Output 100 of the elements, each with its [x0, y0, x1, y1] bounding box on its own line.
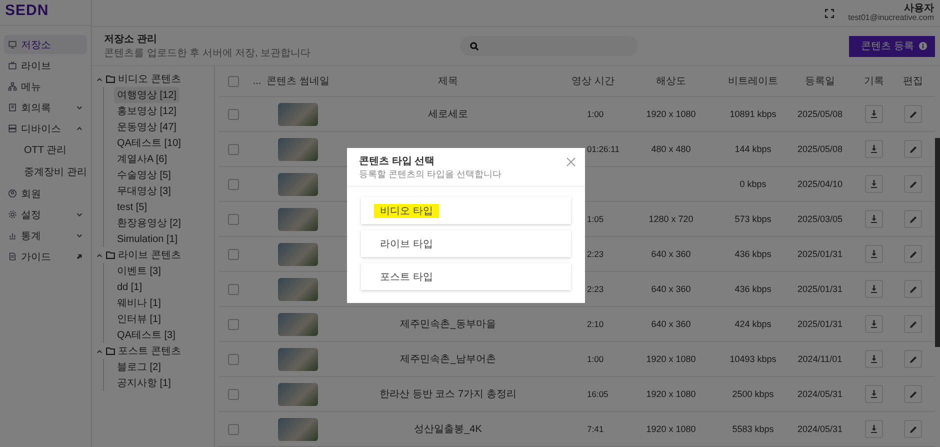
column-header: 편집 — [902, 75, 924, 88]
edit-button[interactable] — [904, 350, 922, 368]
tree-item[interactable]: QA테스트 [10] — [114, 135, 184, 151]
sitemap-icon — [8, 82, 17, 91]
row-checkbox[interactable] — [228, 424, 238, 434]
column-header: 콘텐츠 썸네일 — [266, 75, 330, 88]
sidebar-item[interactable]: 디바이스 — [4, 119, 87, 138]
table-cell-text: 2025/01/31 — [796, 249, 844, 259]
user-email: test01@inucreative.com — [848, 14, 934, 22]
logo[interactable]: SEDN — [0, 0, 91, 26]
pencil-icon — [910, 250, 916, 258]
tree-item[interactable]: 공지사항 [1] — [114, 375, 174, 391]
edit-button[interactable] — [904, 175, 922, 193]
pencil-icon — [910, 286, 916, 292]
sidebar-item[interactable]: 메뉴 — [4, 77, 87, 96]
tree-item[interactable]: 운동영상 [47] — [114, 119, 180, 135]
sidebar-item[interactable]: 가이드 — [4, 247, 87, 266]
edit-button[interactable] — [904, 280, 922, 298]
row-checkbox[interactable] — [228, 284, 238, 294]
download-button[interactable] — [865, 420, 883, 438]
register-content-button[interactable]: 콘텐츠 등록 — [849, 36, 935, 56]
tree-item[interactable]: 인터뷰 [1] — [114, 311, 164, 327]
tree-item[interactable]: dd [1] — [114, 279, 146, 295]
sidebar-item[interactable]: 설정 — [4, 205, 87, 224]
sidebar-item[interactable]: 회의록 — [4, 98, 87, 117]
row-checkbox[interactable] — [228, 178, 238, 190]
table-cell-text: 제주민속촌_남부어촌 — [399, 353, 497, 366]
row-checkbox[interactable] — [228, 388, 238, 400]
folder-label: 라이브 콘텐츠 — [118, 249, 181, 262]
tree-folder[interactable]: 라이브 콘텐츠 — [96, 247, 214, 263]
photo-placeholder — [278, 348, 318, 370]
edit-button[interactable] — [904, 315, 922, 333]
edit-button[interactable] — [904, 105, 922, 123]
edit-button[interactable] — [904, 245, 922, 263]
download-button[interactable] — [865, 210, 883, 228]
fullscreen-icon[interactable] — [825, 8, 834, 18]
tree-folder[interactable]: 포스트 콘텐츠 — [96, 343, 214, 359]
tree-item[interactable]: 수술영상 [5] — [114, 167, 174, 183]
table-cell-text: 144 kbps — [734, 144, 772, 154]
tree-item[interactable]: test [5] — [114, 199, 150, 215]
row-checkbox[interactable] — [228, 318, 238, 330]
tree-item[interactable]: 홍보영상 [12] — [114, 103, 180, 119]
row-checkbox[interactable] — [228, 108, 238, 120]
row-checkbox[interactable] — [228, 354, 238, 364]
type-option[interactable]: 라이브 타입 — [361, 230, 571, 257]
photo-placeholder — [278, 418, 318, 440]
folder-label: 비디오 콘텐츠 — [118, 73, 181, 86]
pencil-icon — [910, 180, 916, 188]
edit-button[interactable] — [904, 140, 922, 158]
edit-button[interactable] — [904, 385, 922, 403]
search-field[interactable] — [460, 36, 638, 56]
type-option[interactable]: 포스트 타입 — [361, 263, 571, 290]
tree-item[interactable]: 웨비나 [1] — [114, 295, 164, 311]
download-button[interactable] — [865, 175, 883, 193]
tree-item[interactable]: 무대영상 [3] — [114, 183, 174, 199]
tree-item[interactable]: 계열사A [6] — [114, 151, 170, 167]
sidebar-item[interactable]: 저장소 — [4, 35, 87, 54]
tree-item[interactable]: 이벤트 [3] — [114, 263, 164, 279]
row-checkbox[interactable] — [228, 214, 238, 224]
download-button[interactable] — [865, 280, 883, 298]
pencil-icon — [910, 426, 916, 432]
row-checkbox[interactable] — [228, 248, 238, 260]
download-button[interactable] — [865, 105, 883, 123]
pencil-icon — [910, 216, 916, 222]
close-button[interactable] — [566, 155, 576, 165]
sidebar-item[interactable]: 통계 — [4, 226, 87, 245]
table-cell-text: 2025/01/31 — [796, 284, 844, 294]
download-button[interactable] — [865, 350, 883, 368]
edit-button[interactable] — [904, 420, 922, 438]
tree-item[interactable]: Simulation [1] — [114, 231, 181, 247]
download-icon — [870, 355, 878, 363]
photo-placeholder — [278, 312, 318, 336]
download-button[interactable] — [865, 315, 883, 333]
sidebar-item[interactable]: 회원 — [4, 184, 87, 203]
table-cell-text: 2024/05/31 — [796, 389, 844, 399]
tree-folder[interactable]: 비디오 콘텐츠 — [96, 71, 214, 87]
tree-item[interactable]: 환장용영상 [2] — [114, 215, 184, 231]
table-cell-text: 한라산 등반 코스 7가지 총정리 — [378, 388, 518, 401]
download-button[interactable] — [865, 140, 883, 158]
table-cell-text: 2500 kbps — [731, 389, 775, 399]
table-cell-text: 1920 x 1080 — [645, 389, 697, 399]
download-icon — [870, 180, 878, 188]
table-cell-text: 성산일출봉_4K — [413, 423, 483, 436]
sidebar-subitem[interactable]: OTT 관리 — [4, 140, 87, 160]
column-header: 영상 시간 — [570, 75, 616, 88]
edit-button[interactable] — [904, 210, 922, 228]
sidebar-subitem[interactable]: 중계장비 관리 — [4, 162, 87, 182]
type-option[interactable]: 비디오 타입 — [361, 197, 571, 224]
table-cell-text: 640 x 360 — [650, 249, 692, 259]
sidebar-item[interactable]: 라이브 — [4, 56, 87, 75]
tree-item[interactable]: 블로그 [2] — [114, 359, 164, 375]
row-checkbox[interactable] — [228, 144, 238, 154]
tree-item[interactable]: 여행영상 [12] — [114, 87, 180, 103]
select-all-checkbox[interactable] — [228, 76, 238, 86]
table-cell-text: 1:05 — [586, 214, 605, 224]
download-button[interactable] — [865, 245, 883, 263]
download-button[interactable] — [865, 385, 883, 403]
tree-item[interactable]: QA테스트 [3] — [114, 327, 178, 343]
table-cell-text: 640 x 360 — [650, 319, 692, 329]
scrollbar[interactable] — [935, 138, 940, 347]
